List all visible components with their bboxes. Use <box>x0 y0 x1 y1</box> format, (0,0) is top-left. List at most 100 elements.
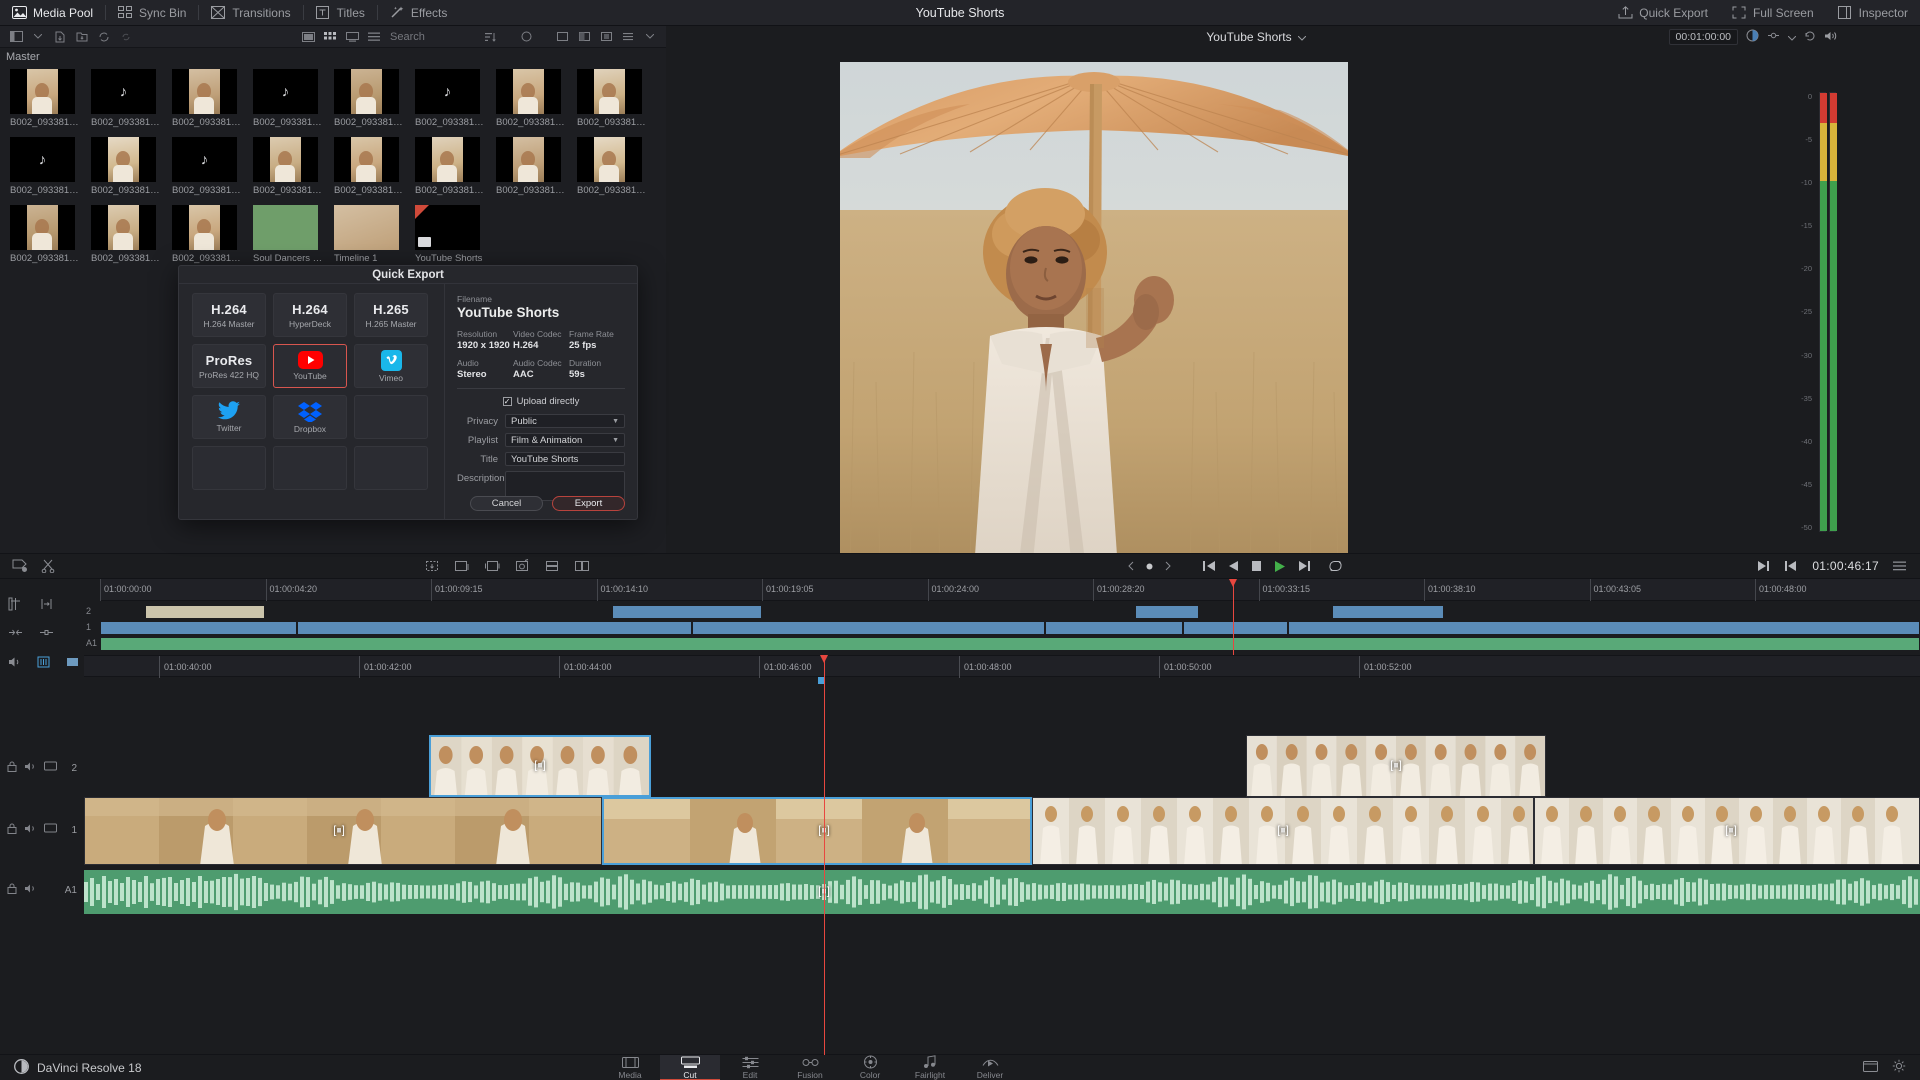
export-preset-prores-422-hq[interactable]: ProResProRes 422 HQ <box>192 344 266 388</box>
timeline-playhead[interactable] <box>824 655 825 1055</box>
media-pool-clip[interactable]: B002_09338165_C... <box>172 205 253 264</box>
overview-clip[interactable] <box>297 621 692 635</box>
marker-tool-icon[interactable] <box>12 559 27 573</box>
overview-clip[interactable] <box>692 621 1045 635</box>
lock-icon[interactable] <box>7 883 17 897</box>
clip-thumbnail[interactable] <box>172 205 237 250</box>
marker-out-icon[interactable] <box>1756 560 1770 572</box>
clip-thumbnail[interactable]: ♪ <box>253 69 318 114</box>
clip-view-c-icon[interactable] <box>596 28 616 46</box>
view-list-icon[interactable] <box>364 28 384 46</box>
page-tab-cut[interactable]: Cut <box>660 1055 720 1080</box>
timeline-clip[interactable]: [⏸] <box>1534 797 1920 865</box>
play-reverse-icon[interactable] <box>1227 560 1240 572</box>
gear-icon[interactable] <box>1892 1059 1906 1076</box>
sidebar-toggle-icon[interactable] <box>6 28 26 46</box>
project-manager-icon[interactable] <box>1863 1059 1878 1076</box>
lock-icon[interactable] <box>7 761 17 775</box>
overview-clip[interactable] <box>1045 621 1183 635</box>
media-pool-clip[interactable]: B002_09338165_A... <box>577 69 658 128</box>
razor-tool-icon[interactable] <box>41 559 55 573</box>
play-icon[interactable] <box>1273 560 1287 573</box>
link-clips-icon[interactable] <box>39 626 54 642</box>
media-pool-clip[interactable]: B002_09338165_A... <box>10 69 91 128</box>
append-icon[interactable] <box>454 559 470 573</box>
overview-clip[interactable] <box>1183 621 1288 635</box>
export-preset-dropbox[interactable]: Dropbox <box>273 395 347 439</box>
clip-thumbnail[interactable] <box>334 69 399 114</box>
overview-clip[interactable] <box>100 621 297 635</box>
media-pool-clip[interactable]: B002_09338165_A... <box>172 69 253 128</box>
media-pool-clip[interactable]: B002_09338165_C... <box>91 205 172 264</box>
overview-playhead[interactable] <box>1233 579 1234 655</box>
page-tab-fairlight[interactable]: Fairlight <box>900 1055 960 1080</box>
title-input[interactable]: YouTube Shorts <box>505 452 625 466</box>
media-pool-clip[interactable]: B002_09338165_C... <box>10 205 91 264</box>
clip-thumbnail[interactable] <box>91 137 156 182</box>
chevron-down-icon[interactable] <box>1298 30 1306 44</box>
mute-icon[interactable] <box>24 761 37 775</box>
clip-thumbnail[interactable]: ♪ <box>172 137 237 182</box>
sync-dot-icon[interactable] <box>1145 562 1154 571</box>
chevron-down-icon[interactable] <box>28 28 48 46</box>
dynamic-trim-icon[interactable] <box>39 597 54 614</box>
media-pool-clip[interactable]: YouTube Shorts <box>415 205 496 264</box>
smart-insert-icon[interactable] <box>424 559 440 573</box>
chevron-down-icon[interactable]: ▼ <box>612 437 619 444</box>
export-button[interactable]: Export <box>552 496 625 511</box>
export-preset-h-265-master[interactable]: H.265H.265 Master <box>354 293 428 337</box>
timeline-options-icon[interactable] <box>1893 561 1906 571</box>
media-pool-clip[interactable]: B002_09338165_A... <box>496 69 577 128</box>
clip-thumbnail[interactable] <box>415 205 480 250</box>
playlist-select[interactable]: Film & Animation ▼ <box>505 433 625 447</box>
ripple-overwrite-icon[interactable] <box>484 559 500 573</box>
media-pool-clip[interactable]: ♪B002_09338165_A... <box>172 137 253 196</box>
toolbar-item-sync-bin[interactable]: Sync Bin <box>106 0 198 26</box>
mute-icon[interactable] <box>24 883 37 897</box>
chevron-down-icon[interactable]: ▼ <box>612 418 619 425</box>
source-overwrite-icon[interactable] <box>574 559 590 573</box>
clip-thumbnail[interactable]: ♪ <box>415 69 480 114</box>
overview-clip[interactable] <box>100 637 1920 651</box>
sync-lock-right-icon[interactable] <box>1164 561 1172 571</box>
media-pool-clip[interactable]: ♪B002_09338165_A... <box>253 69 334 128</box>
clip-thumbnail[interactable] <box>334 137 399 182</box>
sync-lock-left-icon[interactable] <box>1127 561 1135 571</box>
clip-view-a-icon[interactable] <box>552 28 572 46</box>
media-pool-clip[interactable]: B002_09338165_C... <box>334 137 415 196</box>
page-tab-media[interactable]: Media <box>600 1055 660 1080</box>
clip-thumbnail[interactable] <box>496 69 561 114</box>
go-to-start-icon[interactable] <box>1202 560 1217 572</box>
timeline-clip[interactable]: [⏸] <box>602 797 1032 865</box>
viewer-title-group[interactable]: YouTube Shorts <box>1206 30 1305 44</box>
import-media-icon[interactable] <box>50 28 70 46</box>
timeline-clip[interactable]: [⏸] <box>1246 735 1546 797</box>
clip-thumbnail[interactable] <box>253 205 318 250</box>
timeline-clip[interactable]: [⏸] <box>84 797 602 865</box>
timeline-overview[interactable]: 01:00:00:0001:00:04:2001:00:09:1501:00:1… <box>100 579 1920 655</box>
audio-mix-icon[interactable] <box>1767 30 1780 44</box>
color-wheel-icon[interactable] <box>1746 29 1759 45</box>
export-preset-hyperdeck[interactable]: H.264HyperDeck <box>273 293 347 337</box>
media-pool-clip[interactable]: B002_09338165_C... <box>253 137 334 196</box>
media-pool-clip[interactable]: B002_09338165_C... <box>496 137 577 196</box>
privacy-select[interactable]: Public ▼ <box>505 414 625 428</box>
monitor-icon[interactable] <box>44 823 57 837</box>
timeline-overview-ruler[interactable]: 01:00:00:0001:00:04:2001:00:09:1501:00:1… <box>100 579 1920 601</box>
media-pool-clip[interactable]: B002_09338165_A... <box>91 137 172 196</box>
toolbar-full-screen-button[interactable]: Full Screen <box>1720 0 1826 26</box>
mute-icon[interactable] <box>24 823 37 837</box>
loop-icon[interactable] <box>1328 560 1343 572</box>
toolbar-quick-export-button[interactable]: Quick Export <box>1606 0 1720 26</box>
clip-thumbnail[interactable]: ♪ <box>91 69 156 114</box>
media-pool-search[interactable] <box>390 29 478 44</box>
overview-clip[interactable] <box>1332 605 1444 619</box>
toolbar-item-titles[interactable]: Titles <box>304 0 377 26</box>
clip-thumbnail[interactable] <box>577 137 642 182</box>
timeline-clip[interactable]: [⏸] <box>429 735 651 797</box>
checkbox-box[interactable]: ✓ <box>503 397 512 406</box>
clip-thumbnail[interactable] <box>91 205 156 250</box>
export-preset-h-264-master[interactable]: H.264H.264 Master <box>192 293 266 337</box>
media-pool-clip[interactable]: ♪B002_09338165_A... <box>415 69 496 128</box>
view-filmstrip-icon[interactable] <box>298 28 318 46</box>
